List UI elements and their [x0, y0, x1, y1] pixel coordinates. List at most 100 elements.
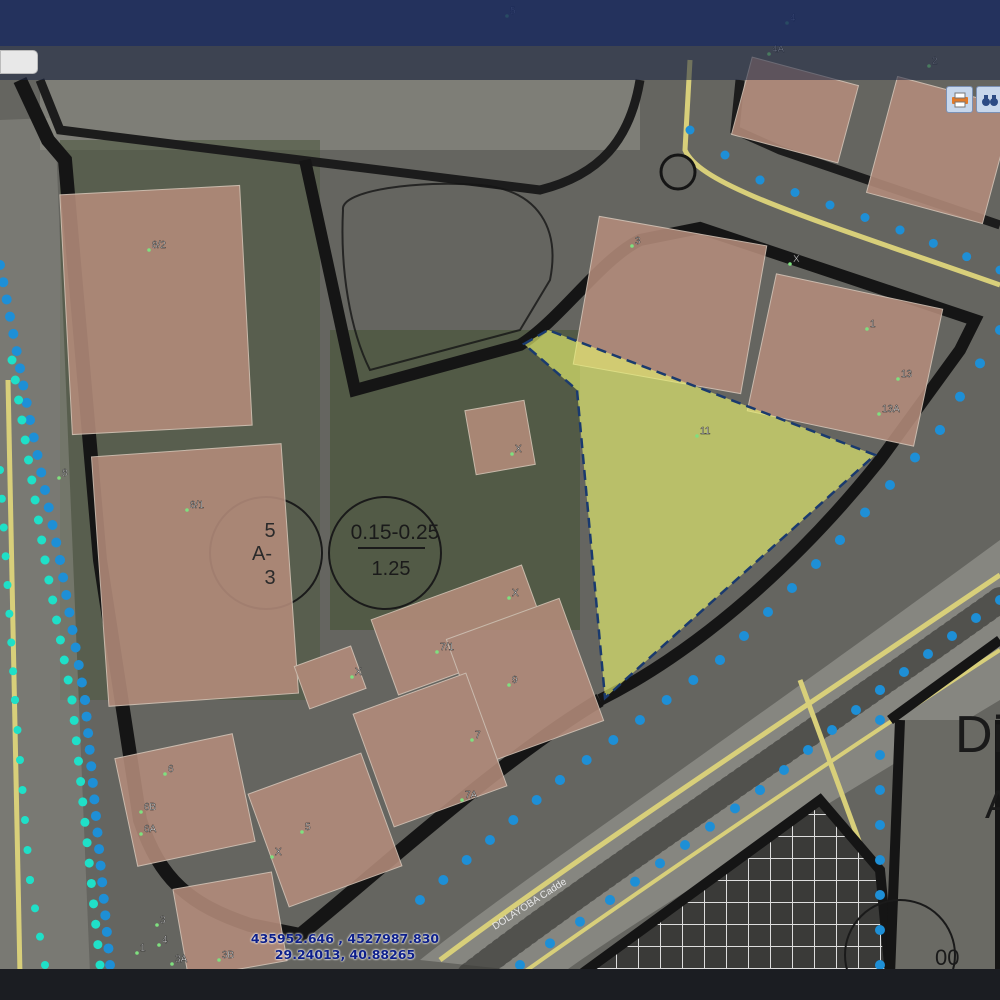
- utility-dot: [69, 715, 79, 725]
- parcel-label: 8/2: [152, 240, 166, 251]
- utility-dot: [3, 581, 12, 589]
- utility-dot: [98, 893, 109, 904]
- parcel-label: 7/1: [440, 642, 454, 653]
- utility-dot: [860, 507, 870, 518]
- utility-dot: [851, 705, 861, 715]
- parcel-label: X: [793, 254, 800, 265]
- utility-dot: [48, 595, 58, 605]
- utility-dot: [36, 467, 47, 478]
- utility-dot: [910, 452, 920, 463]
- utility-dot: [64, 607, 75, 618]
- utility-dot: [40, 485, 50, 495]
- utility-dot: [875, 855, 885, 865]
- utility-dot: [73, 660, 84, 670]
- utility-dot: [485, 835, 495, 845]
- utility-dot: [895, 225, 905, 235]
- zone-a-bottom: 3: [264, 567, 275, 589]
- parcel-label: 8/1: [190, 500, 204, 511]
- utility-dot: [73, 756, 83, 766]
- utility-dot: [688, 675, 699, 685]
- utility-dot: [83, 728, 94, 739]
- utility-dot: [26, 876, 34, 884]
- parcel-point: [270, 855, 274, 859]
- utility-dot: [975, 358, 985, 369]
- utility-dot: [875, 685, 885, 695]
- utility-dot: [59, 655, 69, 665]
- utility-dot: [755, 175, 765, 185]
- utility-dot: [63, 675, 73, 685]
- utility-dot: [89, 899, 99, 909]
- utility-dot: [14, 395, 24, 405]
- utility-dot: [78, 797, 88, 807]
- utility-dot: [763, 607, 773, 617]
- print-button[interactable]: [946, 86, 973, 113]
- utility-dot: [835, 535, 845, 545]
- parcel-label: 1: [870, 319, 876, 330]
- utility-dot: [91, 919, 101, 929]
- utility-dot: [705, 821, 715, 832]
- utility-dot: [608, 735, 619, 745]
- parcel-point: [350, 675, 354, 679]
- utility-dot: [661, 695, 672, 705]
- utility-dot: [971, 613, 981, 623]
- utility-dot: [680, 840, 690, 850]
- parcel-point: [865, 327, 869, 331]
- parcel-label: 1: [140, 943, 146, 954]
- utility-dot: [44, 575, 54, 585]
- utility-dot: [86, 761, 97, 772]
- parcel-point: [300, 830, 304, 834]
- utility-dot: [885, 480, 895, 490]
- utility-dot: [555, 775, 565, 785]
- parcel-point: [470, 738, 474, 742]
- utility-dot: [875, 715, 885, 725]
- utility-dot: [81, 711, 92, 722]
- parcel-point: [139, 832, 143, 836]
- utility-dot: [720, 150, 730, 160]
- binoculars-button[interactable]: [976, 86, 1000, 113]
- latlon-coordinates: 29.24013, 40.88265: [274, 947, 416, 962]
- search-bar-strip: [0, 46, 1000, 80]
- utility-dot: [7, 355, 17, 365]
- utility-dot: [655, 858, 665, 869]
- utility-dot: [84, 858, 94, 868]
- utility-dot: [875, 890, 885, 900]
- utility-dot: [41, 961, 49, 969]
- utility-dot: [21, 816, 29, 824]
- utility-dot: [76, 777, 86, 787]
- map-canvas[interactable]: 5 A- 3 0.15-0.25 1.25 DOLAYOBA Cadde Di …: [0, 0, 1000, 1000]
- utility-dot: [0, 523, 8, 532]
- parcel-point: [877, 412, 881, 416]
- utility-dot: [5, 311, 15, 322]
- utility-dot: [947, 631, 957, 641]
- utility-dot: [55, 555, 65, 565]
- parcel-point: [510, 452, 514, 456]
- parcel-point: [155, 923, 159, 927]
- parcel-point: [507, 683, 511, 687]
- utility-dot: [47, 520, 58, 530]
- parcel-label: X: [512, 588, 519, 599]
- utility-dot: [101, 926, 112, 937]
- parcel-label: 13: [901, 369, 913, 380]
- utility-dot: [461, 855, 472, 865]
- utility-dot: [71, 736, 81, 746]
- utility-dot: [90, 810, 101, 821]
- parcel-point: [57, 476, 61, 480]
- utility-dot: [860, 213, 870, 222]
- utility-dot: [962, 252, 972, 262]
- utility-dot: [95, 860, 106, 871]
- parcel-label: 7: [475, 730, 481, 741]
- utility-dot: [630, 876, 640, 887]
- utility-dot: [84, 744, 95, 755]
- utility-dot: [20, 435, 30, 445]
- utility-dot: [415, 895, 425, 905]
- parcel-point: [185, 508, 189, 512]
- utility-dot: [803, 745, 813, 755]
- parcel-label: 6A: [144, 824, 157, 835]
- utility-dot: [51, 537, 62, 548]
- parcel-point: [435, 650, 439, 654]
- utility-dot: [16, 756, 24, 764]
- binoculars-icon: [981, 94, 998, 106]
- parcel-label: 4: [162, 935, 168, 946]
- search-input[interactable]: [0, 50, 38, 74]
- parcel-label: 3A: [175, 954, 188, 965]
